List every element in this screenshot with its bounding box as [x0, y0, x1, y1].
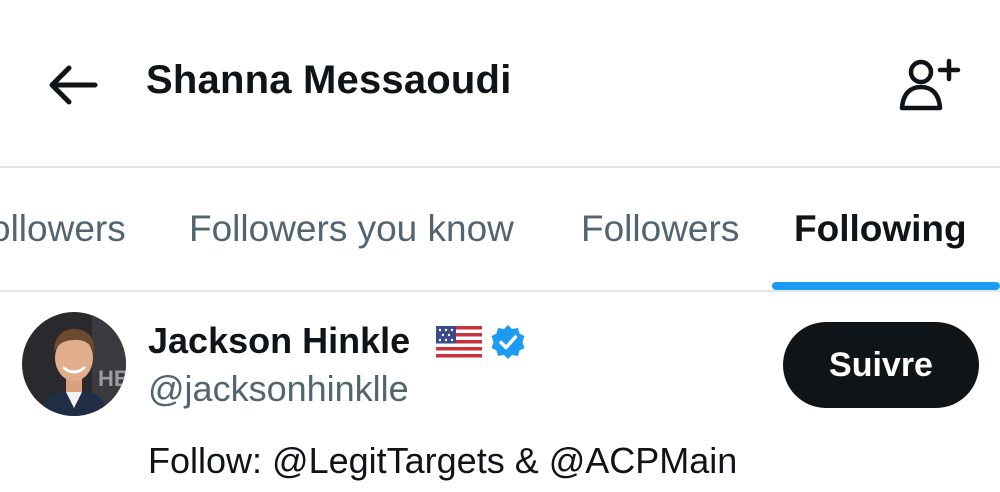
avatar[interactable]: HB: [22, 312, 126, 416]
us-flag-icon: [436, 326, 482, 358]
tab-followers-you-know[interactable]: Followers you know: [189, 168, 514, 290]
top-bar: Shanna Messaoudi: [0, 0, 1000, 166]
user-handle[interactable]: @jacksonhinklle: [148, 368, 409, 410]
verified-badge-icon: [491, 325, 525, 359]
user-name[interactable]: Jackson Hinkle: [148, 320, 410, 362]
arrow-left-icon: [49, 65, 98, 105]
add-user-icon: [899, 58, 961, 111]
tab-bar: ollowers Followers you know Followers Fo…: [0, 168, 1000, 290]
page-title: Shanna Messaoudi: [146, 58, 512, 102]
following-screen: Shanna Messaoudi ollowers Followers you …: [0, 0, 1000, 492]
user-bio: Follow: @LegitTargets & @ACPMain: [148, 440, 738, 481]
tab-following[interactable]: Following: [794, 168, 967, 290]
user-list-item[interactable]: HB Jackson Hinkle @jacksonhinklle Suivre…: [0, 292, 1000, 492]
avatar-backdrop-text: HB: [98, 366, 126, 391]
tab-followers[interactable]: Followers: [581, 168, 739, 290]
back-button[interactable]: [40, 52, 106, 118]
tab-verified-followers[interactable]: ollowers: [0, 168, 126, 290]
active-tab-indicator: [772, 282, 1000, 290]
follow-button[interactable]: Suivre: [783, 322, 979, 408]
add-user-button[interactable]: [892, 52, 966, 118]
